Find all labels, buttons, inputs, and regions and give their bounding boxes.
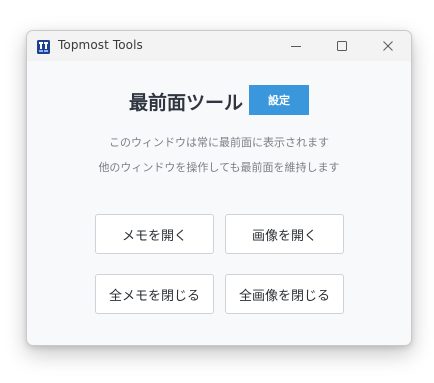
title-bar[interactable]: Topmost Tools	[27, 31, 411, 61]
app-logo-icon	[37, 39, 50, 54]
description-line-1: このウィンドウは常に最前面に表示されます	[109, 136, 329, 149]
description-line-2: 他のウィンドウを操作しても最前面を維持します	[98, 161, 340, 174]
minimize-button[interactable]	[273, 31, 319, 61]
close-all-memos-button[interactable]: 全メモを閉じる	[95, 274, 214, 314]
minimize-icon	[291, 46, 301, 47]
maximize-button[interactable]	[319, 31, 365, 61]
window-title: Topmost Tools	[58, 38, 143, 52]
heading-row: 最前面ツール 設定	[27, 85, 411, 115]
close-icon	[383, 41, 393, 51]
settings-button[interactable]: 設定	[249, 85, 309, 115]
close-all-images-button[interactable]: 全画像を閉じる	[225, 274, 344, 314]
page-title: 最前面ツール	[129, 92, 244, 114]
main-content: 最前面ツール 設定 このウィンドウは常に最前面に表示されます 他のウィンドウを操…	[27, 61, 411, 345]
close-button[interactable]	[365, 31, 411, 61]
open-image-button[interactable]: 画像を開く	[225, 214, 344, 254]
maximize-icon	[337, 41, 347, 51]
app-window: Topmost Tools 最前面ツール 設定 このウィンドウは常に最前面に表示…	[26, 30, 412, 346]
open-memo-button[interactable]: メモを開く	[95, 214, 214, 254]
